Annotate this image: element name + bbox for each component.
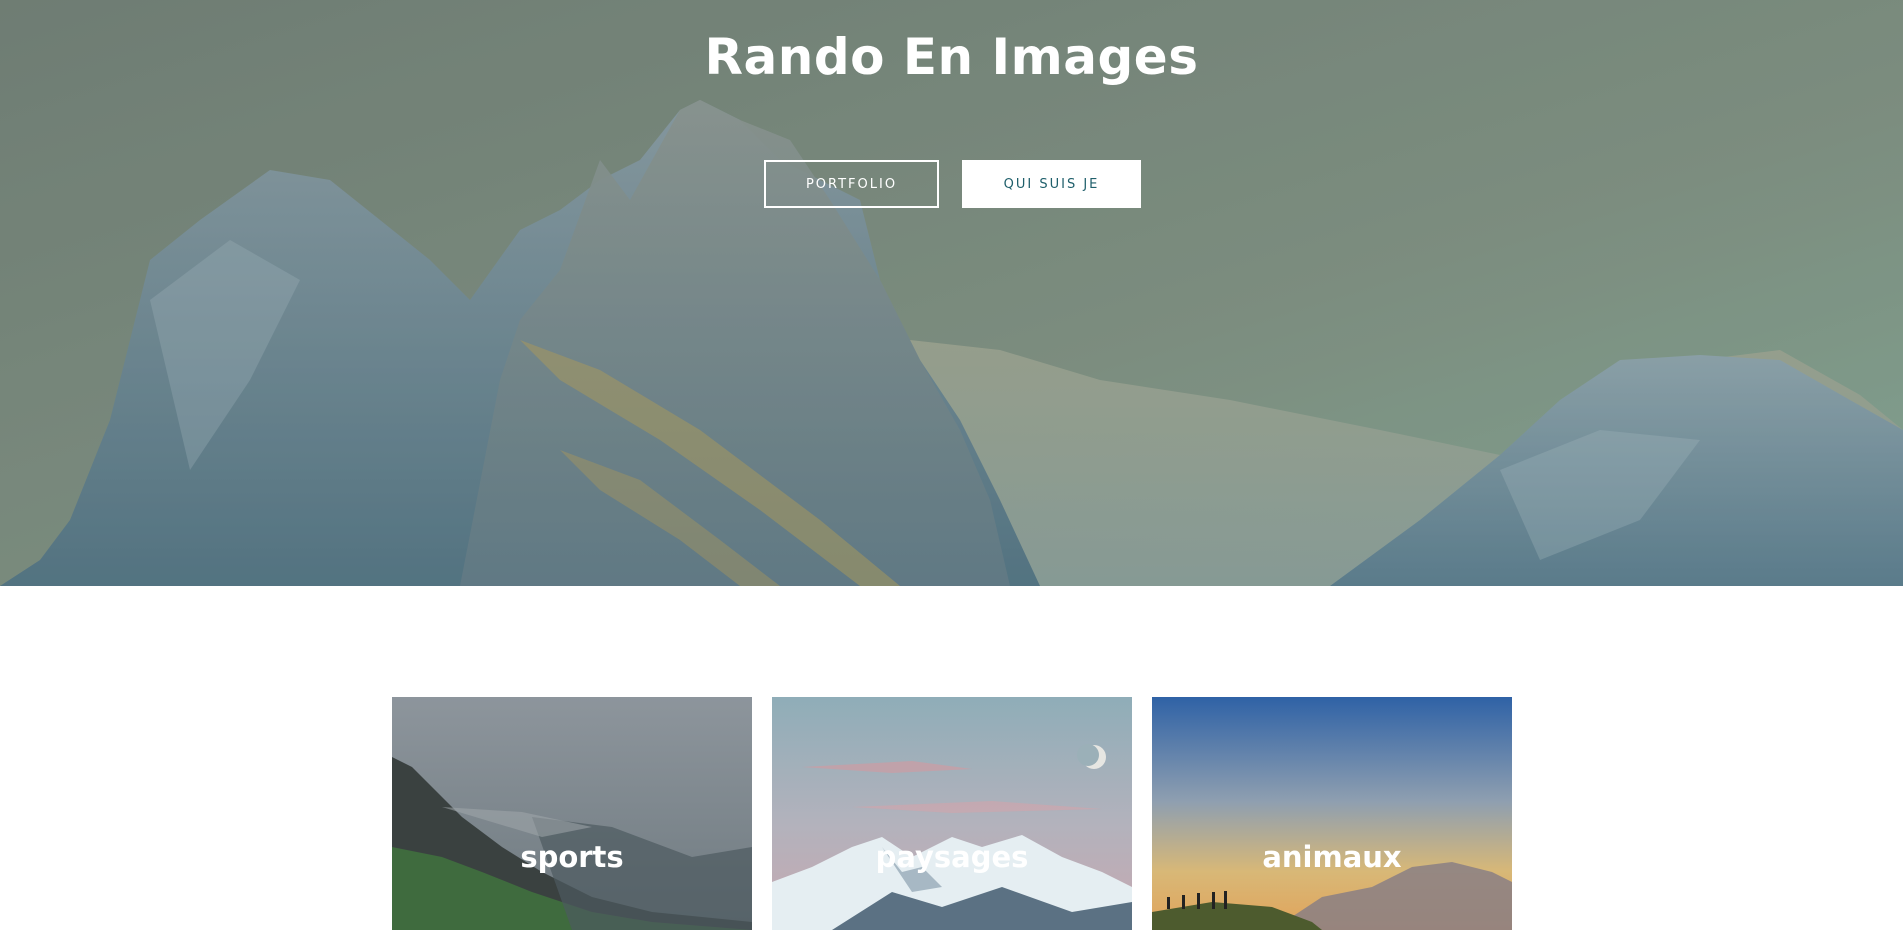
paysages-label: paysages [875,840,1029,874]
animaux-label: animaux [1262,840,1402,874]
category-card-animaux[interactable]: animaux [1152,697,1512,930]
category-cards: sports paysages animaux [392,697,1512,930]
hero-banner: Rando En Images PORTFOLIO QUI SUIS JE [0,0,1903,586]
sports-card-image [392,697,752,930]
sports-label: sports [520,840,624,874]
category-card-paysages[interactable]: paysages [772,697,1132,930]
paysages-card-image [772,697,1132,930]
category-card-sports[interactable]: sports [392,697,752,930]
site-title: Rando En Images [704,28,1199,86]
qui-suis-je-button[interactable]: QUI SUIS JE [962,160,1141,208]
animaux-card-image [1152,697,1512,930]
mountain-background-image [0,0,1903,586]
portfolio-button[interactable]: PORTFOLIO [764,160,939,208]
